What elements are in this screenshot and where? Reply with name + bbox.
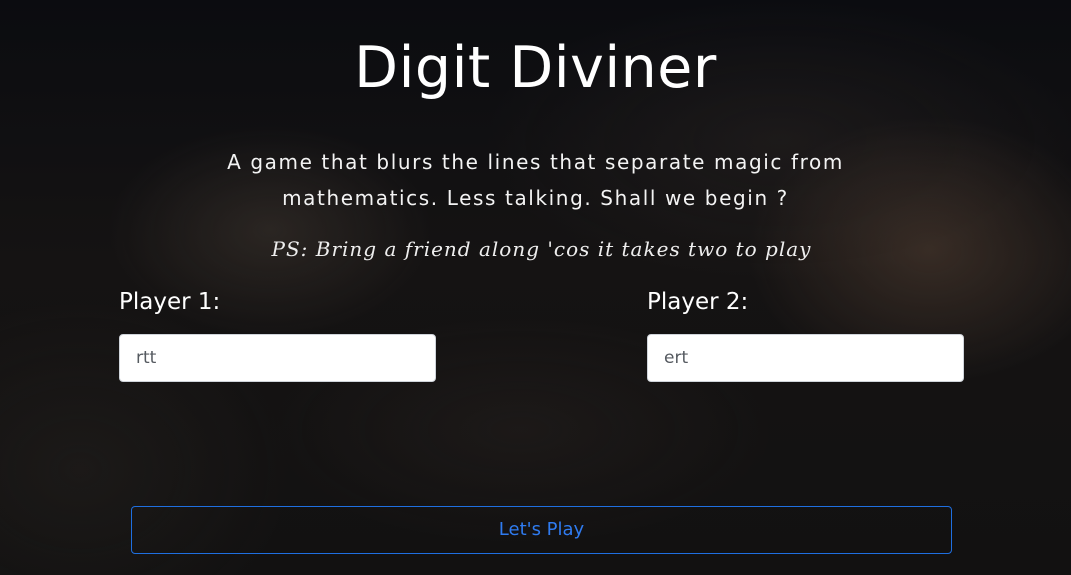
ps-note: PS: Bring a friend along 'cos it takes t…	[271, 237, 812, 261]
page-title: Digit Diviner	[354, 35, 717, 101]
player2-label: Player 2:	[647, 289, 749, 315]
player1-name-input[interactable]	[119, 334, 436, 382]
player1-label: Player 1:	[119, 289, 221, 315]
game-description: A game that blurs the lines that separat…	[227, 150, 844, 210]
lets-play-button[interactable]: Let's Play	[131, 506, 952, 554]
player2-name-input[interactable]	[647, 334, 964, 382]
game-setup-screen: Digit Diviner A game that blurs the line…	[0, 0, 1071, 575]
